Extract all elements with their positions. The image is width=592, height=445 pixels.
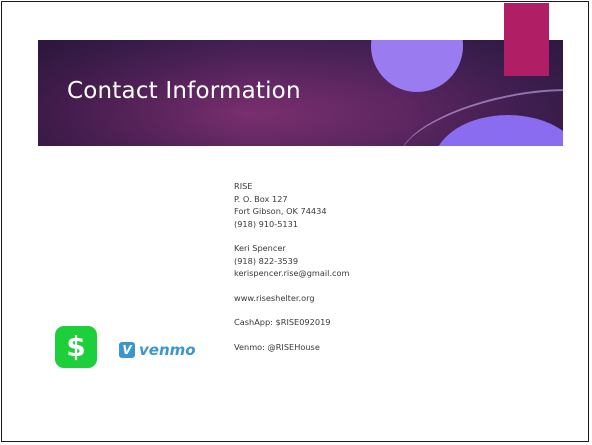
- slide-frame: Contact Information RISE P. O. Box 127 F…: [1, 1, 589, 442]
- venmo-wordmark: venmo: [139, 341, 196, 359]
- org-name: RISE: [234, 181, 253, 191]
- cashapp-logo-icon: $: [55, 326, 97, 368]
- venmo-logo-icon: V venmo: [119, 341, 196, 359]
- contact-person-email: kerispencer.rise@gmail.com: [234, 268, 350, 278]
- org-address-line2: Fort Gibson, OK 74434: [234, 206, 327, 216]
- contact-info-block: RISE P. O. Box 127 Fort Gibson, OK 74434…: [234, 180, 350, 353]
- cashapp-handle: CashApp: $RISE092019: [234, 317, 331, 327]
- org-phone: (918) 910-5131: [234, 218, 299, 229]
- slide-title: Contact Information: [67, 78, 301, 104]
- website-link: www.riseshelter.org: [234, 292, 315, 303]
- org-address-line1: P. O. Box 127: [234, 193, 288, 204]
- contact-person-name: Keri Spencer: [234, 243, 286, 253]
- venmo-badge: V: [119, 342, 135, 358]
- accent-rectangle: [504, 3, 549, 76]
- contact-person-phone: (918) 822-3539: [234, 255, 299, 266]
- venmo-handle: Venmo: @RISEHouse: [234, 341, 320, 352]
- title-banner: Contact Information: [38, 40, 563, 146]
- cashapp-dollar-glyph: $: [66, 330, 86, 363]
